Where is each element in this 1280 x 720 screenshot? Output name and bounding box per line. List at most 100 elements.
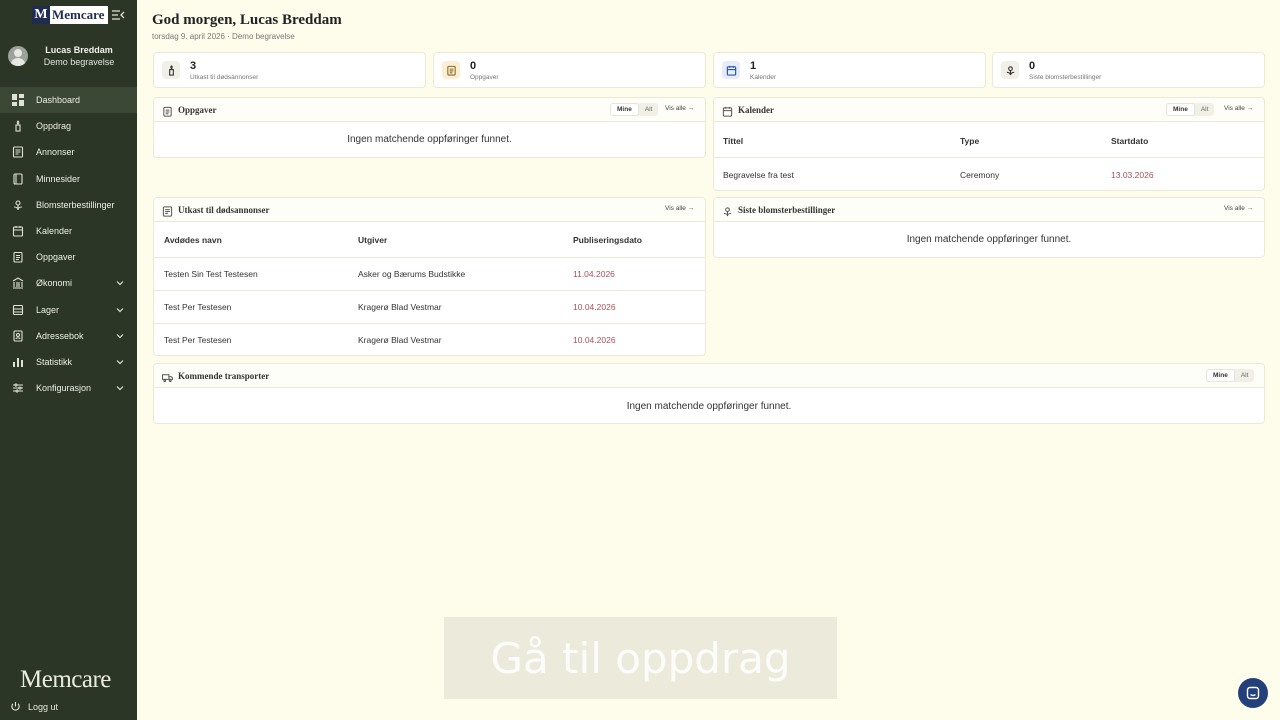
sidebar-item-oppgaver[interactable]: Oppgaver bbox=[0, 244, 137, 270]
filter-toggle: Mine Alt bbox=[1206, 369, 1255, 382]
cell-publisher: Kragerø Blad Vestmar bbox=[358, 335, 442, 345]
filter-mine-button[interactable]: Mine bbox=[1166, 103, 1195, 116]
row-divider bbox=[154, 290, 705, 291]
sidebar-item-label: Oppgaver bbox=[36, 252, 76, 263]
column-header[interactable]: Avdødes navn bbox=[164, 235, 222, 245]
footer-logo: Memcare bbox=[20, 666, 111, 693]
clipboard-icon bbox=[12, 251, 24, 263]
cell-date: 10.04.2026 bbox=[573, 335, 616, 345]
power-icon bbox=[11, 701, 20, 711]
vis-alle-link[interactable]: Vis alle → bbox=[1224, 205, 1253, 212]
vis-alle-link[interactable]: Vis alle → bbox=[1224, 105, 1253, 112]
newspaper-icon bbox=[162, 204, 173, 217]
empty-state: Ingen matchende oppføringer funnet. bbox=[347, 134, 512, 145]
sliders-icon bbox=[12, 382, 24, 394]
brand-logo-letter: M bbox=[32, 6, 50, 24]
stat-value: 0 bbox=[1029, 60, 1036, 72]
chat-icon bbox=[1246, 686, 1260, 700]
stat-value: 1 bbox=[750, 60, 757, 72]
row-divider bbox=[714, 157, 1264, 158]
stat-label: Kalender bbox=[750, 74, 777, 81]
logout-button[interactable]: Logg ut bbox=[10, 701, 58, 712]
filter-alt-button[interactable]: Alt bbox=[1235, 369, 1255, 382]
brand-logo-word: Memcare bbox=[50, 6, 109, 24]
sidebar-item-label: Annonser bbox=[36, 147, 75, 158]
collapse-menu-icon[interactable] bbox=[111, 8, 125, 22]
panel-header: Kalender Mine Alt Vis alle → bbox=[714, 98, 1264, 122]
panel-transporter: Kommende transporter Mine Alt Ingen matc… bbox=[153, 363, 1265, 424]
vis-alle-link[interactable]: Vis alle → bbox=[665, 205, 694, 212]
sidebar-item-blomsterbestillinger[interactable]: Blomsterbestillinger bbox=[0, 192, 137, 218]
panel-title: Kalender bbox=[738, 105, 774, 115]
column-header[interactable]: Publiseringsdato bbox=[573, 235, 642, 245]
sidebar-item-okonomi[interactable]: Økonomi bbox=[0, 270, 137, 296]
calendar-icon bbox=[722, 104, 733, 117]
row-divider bbox=[154, 323, 705, 324]
sidebar-item-adressebok[interactable]: Adressebok bbox=[0, 323, 137, 349]
column-header[interactable]: Tittel bbox=[723, 136, 743, 146]
cell-publisher: Kragerø Blad Vestmar bbox=[358, 302, 442, 312]
sidebar-item-label: Adressebok bbox=[36, 330, 84, 341]
filter-mine-button[interactable]: Mine bbox=[1206, 369, 1235, 382]
sidebar-nav: Dashboard Oppdrag Annonser Minnesider Bl… bbox=[0, 87, 137, 401]
stat-card-kalender[interactable]: 1 Kalender bbox=[713, 52, 986, 88]
sidebar-item-konfigurasjon[interactable]: Konfigurasjon bbox=[0, 375, 137, 401]
cell-name: Testen Sin Test Testesen bbox=[164, 269, 258, 279]
truck-icon bbox=[161, 370, 174, 383]
user-profile[interactable]: Lucas Breddam Demo begravelse bbox=[0, 42, 137, 72]
sidebar-item-label: Oppdrag bbox=[36, 121, 72, 132]
box-icon bbox=[12, 304, 24, 316]
sidebar-item-annonser[interactable]: Annonser bbox=[0, 139, 137, 165]
logout-label: Logg ut bbox=[28, 701, 59, 712]
filter-alt-button[interactable]: Alt bbox=[639, 103, 659, 116]
panel-kalender: Kalender Mine Alt Vis alle → Tittel Type… bbox=[713, 97, 1265, 191]
bar-chart-icon bbox=[12, 356, 24, 368]
calendar-icon bbox=[722, 61, 740, 79]
flower-icon bbox=[722, 204, 733, 217]
cell-name: Test Per Testesen bbox=[164, 335, 232, 345]
calendar-icon bbox=[12, 225, 24, 237]
stat-label: Utkast til dødsannonser bbox=[190, 74, 259, 81]
panel-oppgaver: Oppgaver Mine Alt Vis alle → Ingen match… bbox=[153, 97, 706, 158]
filter-toggle: Mine Alt bbox=[610, 103, 659, 116]
flower-icon bbox=[12, 199, 24, 211]
candle-icon bbox=[12, 120, 24, 132]
brand-logo[interactable]: M Memcare bbox=[32, 6, 109, 24]
vis-alle-link[interactable]: Vis alle → bbox=[665, 105, 694, 112]
page-title: God morgen, Lucas Breddam bbox=[152, 12, 342, 28]
chat-button[interactable] bbox=[1238, 678, 1268, 708]
caption-overlay: Gå til oppdrag bbox=[444, 617, 837, 699]
panel-header: Oppgaver Mine Alt Vis alle → bbox=[154, 98, 705, 122]
panel-header: Kommende transporter Mine Alt bbox=[154, 364, 1264, 388]
dashboard-icon bbox=[12, 94, 24, 107]
filter-toggle: Mine Alt bbox=[1166, 103, 1215, 116]
stat-value: 3 bbox=[190, 60, 197, 72]
row-divider bbox=[154, 257, 705, 258]
flower-icon bbox=[1001, 61, 1019, 79]
sidebar-item-kalender[interactable]: Kalender bbox=[0, 218, 137, 244]
sidebar-item-label: Økonomi bbox=[36, 278, 73, 289]
sidebar-item-dashboard[interactable]: Dashboard bbox=[0, 87, 137, 114]
stat-card-utkast[interactable]: 3 Utkast til dødsannonser bbox=[153, 52, 426, 88]
column-header[interactable]: Startdato bbox=[1111, 136, 1148, 146]
sidebar-item-oppdrag[interactable]: Oppdrag bbox=[0, 113, 137, 139]
cell-title: Begravelse fra test bbox=[723, 170, 794, 180]
stat-card-oppgaver[interactable]: 0 Oppgaver bbox=[433, 52, 706, 88]
filter-alt-button[interactable]: Alt bbox=[1195, 103, 1215, 116]
sidebar-item-label: Dashboard bbox=[36, 95, 81, 106]
column-header[interactable]: Utgiver bbox=[358, 235, 387, 245]
sidebar-item-statistikk[interactable]: Statistikk bbox=[0, 349, 137, 375]
caption-text: Gå til oppdrag bbox=[490, 633, 791, 683]
cell-publisher: Asker og Bærums Budstikke bbox=[358, 269, 466, 279]
sidebar-item-minnesider[interactable]: Minnesider bbox=[0, 166, 137, 192]
sidebar-item-lager[interactable]: Lager bbox=[0, 297, 137, 323]
column-header[interactable]: Type bbox=[960, 136, 979, 146]
stat-card-blomster[interactable]: 0 Siste blomsterbestillinger bbox=[992, 52, 1265, 88]
stat-label: Oppgaver bbox=[470, 74, 499, 81]
cell-date: 10.04.2026 bbox=[573, 302, 616, 312]
chevron-down-icon bbox=[116, 281, 124, 286]
panel-title: Oppgaver bbox=[178, 105, 217, 115]
filter-mine-button[interactable]: Mine bbox=[610, 103, 639, 116]
profile-org: Demo begravelse bbox=[43, 57, 115, 67]
empty-state: Ingen matchende oppføringer funnet. bbox=[906, 234, 1072, 245]
